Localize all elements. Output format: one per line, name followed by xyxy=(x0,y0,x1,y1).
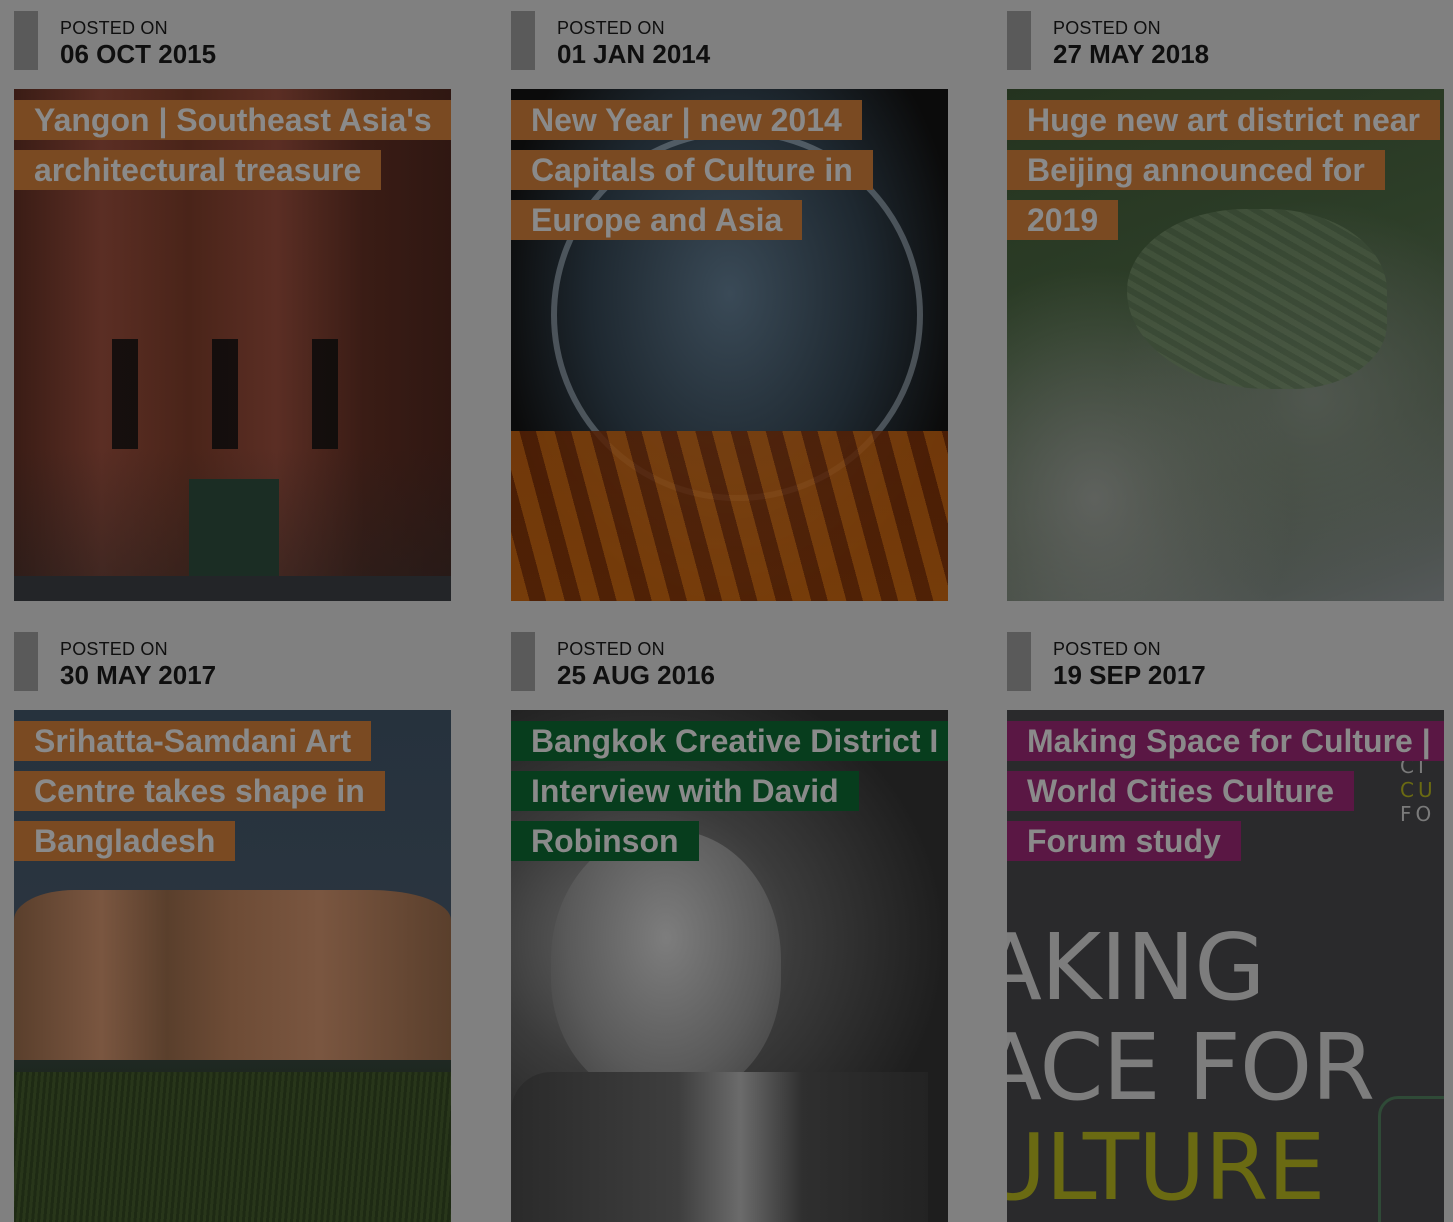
ground-graphic xyxy=(14,576,451,601)
post-date: 30 MAY 2017 xyxy=(60,660,217,690)
post-date-header: POSTED ON 30 MAY 2017 xyxy=(14,632,451,710)
curved-wall-graphic xyxy=(14,890,451,1060)
post-card-making-space[interactable]: POSTED ON 19 SEP 2017 WO CI CU FO AKING … xyxy=(1007,632,1444,1222)
post-card-new-year[interactable]: POSTED ON 01 JAN 2014 New Year | new 201… xyxy=(511,11,948,601)
date-accent-bar xyxy=(14,11,38,70)
flames-graphic xyxy=(511,431,948,601)
date-accent-bar xyxy=(1007,11,1031,70)
post-image-link[interactable]: Srihatta-Samdani Art Centre takes shape … xyxy=(14,710,451,1222)
building-windows-graphic xyxy=(74,339,391,449)
report-cover-title: AKING ACE FOR ULTURE xyxy=(1007,914,1375,1221)
post-card-srihatta[interactable]: POSTED ON 30 MAY 2017 Srihatta-Samdani A… xyxy=(14,632,451,1222)
post-card-bangkok[interactable]: POSTED ON 25 AUG 2016 Bangkok Creative D… xyxy=(511,632,948,1222)
cover-title-line: ULTURE xyxy=(1007,1114,1326,1221)
portrait-head-graphic xyxy=(551,830,781,1100)
post-title: New Year | new 2014 Capitals of Culture … xyxy=(511,100,873,240)
post-title-link[interactable]: Yangon | Southeast Asia's architectural … xyxy=(14,95,451,195)
date-accent-bar xyxy=(14,632,38,691)
date-accent-bar xyxy=(511,11,535,70)
post-title-link[interactable]: Huge new art district near Beijing annou… xyxy=(1007,95,1440,245)
cover-title-line: AKING xyxy=(1007,914,1266,1021)
post-card-beijing[interactable]: POSTED ON 27 MAY 2018 Huge new art distr… xyxy=(1007,11,1444,601)
post-image-link[interactable]: New Year | new 2014 Capitals of Culture … xyxy=(511,89,948,601)
posted-on-label: POSTED ON xyxy=(60,639,168,659)
post-date-header: POSTED ON 27 MAY 2018 xyxy=(1007,11,1444,89)
post-date: 19 SEP 2017 xyxy=(1053,660,1206,690)
cover-decoration-graphic xyxy=(1378,1096,1444,1222)
post-date: 06 OCT 2015 xyxy=(60,39,217,69)
posted-on-label: POSTED ON xyxy=(1053,18,1161,38)
post-title-link[interactable]: New Year | new 2014 Capitals of Culture … xyxy=(511,95,941,245)
post-date-header: POSTED ON 19 SEP 2017 xyxy=(1007,632,1444,710)
date-accent-bar xyxy=(511,632,535,691)
portrait-suit-graphic xyxy=(511,1072,928,1222)
cover-title-line: ACE FOR xyxy=(1007,1014,1375,1121)
post-image-link[interactable]: WO CI CU FO AKING ACE FOR ULTURE Making … xyxy=(1007,710,1444,1222)
building-door-graphic xyxy=(189,479,279,576)
post-title: Making Space for Culture | World Cities … xyxy=(1007,721,1444,861)
post-date: 27 MAY 2018 xyxy=(1053,39,1210,69)
post-image-link[interactable]: Huge new art district near Beijing annou… xyxy=(1007,89,1444,601)
post-date: 01 JAN 2014 xyxy=(557,39,711,69)
posted-on-label: POSTED ON xyxy=(1053,639,1161,659)
grass-graphic xyxy=(14,1072,451,1222)
posted-on-label: POSTED ON xyxy=(557,18,665,38)
post-title-link[interactable]: Bangkok Creative District I Interview wi… xyxy=(511,716,948,866)
post-title-link[interactable]: Srihatta-Samdani Art Centre takes shape … xyxy=(14,716,444,866)
date-accent-bar xyxy=(1007,632,1031,691)
post-date-header: POSTED ON 01 JAN 2014 xyxy=(511,11,948,89)
post-title: Bangkok Creative District I Interview wi… xyxy=(511,721,948,861)
posted-on-label: POSTED ON xyxy=(557,639,665,659)
post-title-link[interactable]: Making Space for Culture | World Cities … xyxy=(1007,716,1444,866)
post-date: 25 AUG 2016 xyxy=(557,660,716,690)
post-image-link[interactable]: Bangkok Creative District I Interview wi… xyxy=(511,710,948,1222)
posted-on-label: POSTED ON xyxy=(60,18,168,38)
post-image-link[interactable]: Yangon | Southeast Asia's architectural … xyxy=(14,89,451,601)
post-title: Huge new art district near Beijing annou… xyxy=(1007,100,1440,240)
post-date-header: POSTED ON 06 OCT 2015 xyxy=(14,11,451,89)
post-card-yangon[interactable]: POSTED ON 06 OCT 2015 Yangon | Southeast… xyxy=(14,11,451,601)
post-title: Yangon | Southeast Asia's architectural … xyxy=(14,100,451,190)
post-title: Srihatta-Samdani Art Centre takes shape … xyxy=(14,721,385,861)
post-date-header: POSTED ON 25 AUG 2016 xyxy=(511,632,948,710)
